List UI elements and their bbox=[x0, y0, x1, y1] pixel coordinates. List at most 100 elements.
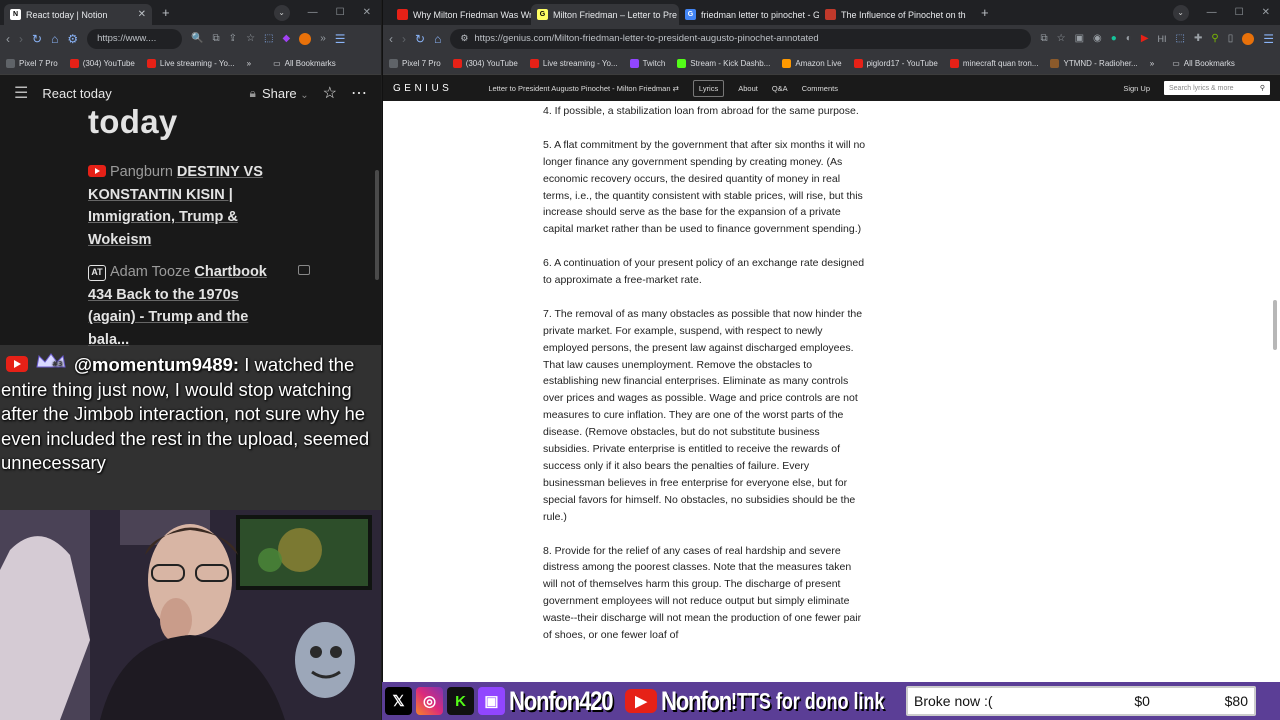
bookmark-item[interactable]: (304) YouTube bbox=[452, 58, 518, 68]
favorite-star-icon[interactable]: ☆ bbox=[323, 83, 337, 103]
reload-icon[interactable]: ↻ bbox=[32, 32, 42, 46]
lyrics-paragraph[interactable]: 6. A continuation of your present policy… bbox=[543, 255, 868, 289]
hamburger-icon[interactable]: ☰ bbox=[14, 83, 28, 103]
bookmark-item[interactable]: (304) YouTube bbox=[69, 58, 135, 68]
forward-icon[interactable]: › bbox=[402, 32, 406, 46]
tab-item[interactable]: The Influence of Pinochet on th ✕ bbox=[819, 4, 971, 25]
bookmark-star-icon[interactable]: ☆ bbox=[1057, 33, 1066, 44]
bookmark-star-icon[interactable]: ☆ bbox=[246, 33, 255, 44]
reload-icon[interactable]: ↻ bbox=[415, 32, 425, 46]
bookmark-item[interactable]: Live streaming - Yo... bbox=[529, 58, 618, 68]
tts-text: !TTS for dono link bbox=[731, 687, 885, 714]
nav-about[interactable]: About bbox=[738, 84, 758, 93]
vpn-icon[interactable]: ⚲ bbox=[1211, 33, 1218, 44]
bookmark-item[interactable]: Amazon Live bbox=[782, 58, 842, 68]
profile-icon[interactable] bbox=[1242, 32, 1255, 45]
new-tab-icon[interactable]: + bbox=[981, 5, 989, 20]
bookmark-item[interactable]: Twitch bbox=[629, 58, 665, 68]
bookmark-label: Pixel 7 Pro bbox=[402, 58, 441, 68]
new-tab-icon[interactable]: + bbox=[162, 5, 170, 20]
forward-icon[interactable]: › bbox=[19, 32, 23, 46]
more-bookmarks-icon[interactable]: » bbox=[1150, 59, 1154, 68]
extension-icon-5[interactable]: ⬚ bbox=[1176, 33, 1185, 44]
bookmark-item[interactable]: Pixel 7 Pro bbox=[6, 58, 58, 68]
tab-search-icon[interactable]: ⌄ bbox=[273, 4, 290, 21]
youtube-icon bbox=[529, 58, 539, 68]
tab-item[interactable]: Why Milton Friedman Was Wro ✕ bbox=[391, 4, 531, 25]
bookmark-item[interactable]: YTMND - Radioher... bbox=[1050, 58, 1138, 68]
zoom-icon[interactable]: 🔍 bbox=[191, 33, 203, 44]
more-icon[interactable]: ⋯ bbox=[351, 83, 367, 103]
extension-icon-2[interactable]: ◉ bbox=[1093, 33, 1102, 44]
search-input[interactable]: Search lyrics & more ⚲ bbox=[1164, 81, 1270, 95]
cast-icon[interactable]: ⧉ bbox=[1040, 33, 1047, 44]
lyrics-paragraph[interactable]: 8. Provide for the relief of any cases o… bbox=[543, 543, 868, 644]
bookmark-label: piglord17 - YouTube bbox=[866, 58, 938, 68]
scrollbar[interactable] bbox=[1273, 300, 1277, 350]
all-bookmarks[interactable]: ▭ All Bookmarks bbox=[1172, 59, 1235, 68]
close-icon[interactable]: ✕ bbox=[138, 9, 146, 20]
url-field[interactable]: ⚙ https://genius.com/Milton-friedman-let… bbox=[450, 28, 1032, 49]
genius-logo[interactable]: GENIUS bbox=[393, 83, 452, 94]
swap-icon: ⇄ bbox=[672, 83, 679, 93]
extension-icon[interactable]: ⬚ bbox=[264, 33, 273, 44]
youtube-icon bbox=[949, 58, 959, 68]
tune-icon[interactable]: ⚙ bbox=[67, 32, 78, 46]
nav-lyrics[interactable]: Lyrics bbox=[692, 79, 725, 97]
extension-icon-2[interactable]: ◆ bbox=[282, 33, 290, 44]
song-title[interactable]: Letter to President Augusto Pinochet - M… bbox=[488, 84, 679, 93]
nav-comments[interactable]: Comments bbox=[802, 84, 838, 93]
bookmark-item[interactable]: piglord17 - YouTube bbox=[853, 58, 938, 68]
share-icon[interactable]: ⇪ bbox=[229, 33, 237, 44]
maximize-icon[interactable]: ☐ bbox=[1235, 7, 1244, 18]
bookmark-item[interactable]: Live streaming - Yo... bbox=[146, 58, 235, 68]
maximize-icon[interactable]: ☐ bbox=[336, 7, 345, 18]
twitch-handle: Nonfon420 bbox=[509, 685, 614, 716]
extension-icon-4[interactable]: HI bbox=[1158, 34, 1167, 44]
tab-search-icon[interactable]: ⌄ bbox=[1172, 4, 1189, 21]
close-window-icon[interactable]: ✕ bbox=[1262, 7, 1270, 18]
bookmark-label: Amazon Live bbox=[795, 58, 842, 68]
bookmark-item[interactable]: Pixel 7 Pro bbox=[389, 58, 441, 68]
bookmark-label: Live streaming - Yo... bbox=[159, 58, 235, 68]
scrollbar[interactable] bbox=[375, 170, 379, 280]
minimize-icon[interactable]: — bbox=[308, 7, 318, 18]
back-icon[interactable]: ‹ bbox=[389, 32, 393, 46]
lyrics-paragraph[interactable]: 5. A flat commitment by the government t… bbox=[543, 137, 868, 238]
minimize-icon[interactable]: — bbox=[1207, 7, 1217, 18]
url-field[interactable]: https://www.... bbox=[87, 28, 183, 49]
twitch-icon: ▣ bbox=[478, 687, 505, 715]
cast-icon[interactable]: ⧉ bbox=[213, 33, 220, 44]
extension-icon[interactable]: ▣ bbox=[1075, 33, 1084, 44]
all-bookmarks[interactable]: ▭ All Bookmarks bbox=[273, 59, 336, 68]
home-icon[interactable]: ⌂ bbox=[51, 32, 58, 46]
puzzle-icon[interactable]: ✚ bbox=[1194, 33, 1202, 44]
close-window-icon[interactable]: ✕ bbox=[363, 7, 371, 18]
pixel-icon bbox=[389, 58, 398, 68]
extension-icon-3[interactable]: ◐ bbox=[1126, 33, 1132, 44]
home-icon[interactable]: ⌂ bbox=[434, 32, 441, 46]
bookmark-item[interactable]: minecraft quan tron... bbox=[949, 58, 1038, 68]
kick-icon bbox=[677, 58, 687, 68]
tab-notion[interactable]: N React today | Notion ✕ bbox=[4, 4, 152, 25]
comment-icon[interactable] bbox=[298, 265, 310, 275]
share-button[interactable]: Share ⌄ bbox=[262, 86, 309, 101]
lyrics-paragraph[interactable]: 7. The removal of as many obstacles as p… bbox=[543, 306, 868, 526]
profile-icon[interactable] bbox=[299, 32, 312, 45]
sidebar-icon[interactable]: ▯ bbox=[1228, 33, 1234, 44]
grammarly-icon[interactable]: ● bbox=[1111, 33, 1117, 44]
menu-icon[interactable]: ☰ bbox=[335, 32, 346, 46]
tab-item-active[interactable]: G Milton Friedman – Letter to Pre ✕ bbox=[531, 4, 679, 25]
more-icon[interactable]: » bbox=[320, 33, 326, 44]
lyrics-paragraph[interactable]: 4. If possible, a stabilization loan fro… bbox=[543, 103, 868, 120]
site-info-icon[interactable]: ⚙ bbox=[460, 33, 468, 44]
youtube-ext-icon[interactable]: ▶ bbox=[1141, 33, 1149, 44]
menu-icon[interactable]: ☰ bbox=[1263, 32, 1274, 46]
share-label: Share bbox=[261, 85, 297, 101]
back-icon[interactable]: ‹ bbox=[6, 32, 10, 46]
more-bookmarks-icon[interactable]: » bbox=[247, 59, 251, 68]
tab-item[interactable]: G friedman letter to pinochet - G ✕ bbox=[679, 4, 819, 25]
bookmark-item[interactable]: Stream - Kick Dashb... bbox=[677, 58, 770, 68]
sign-up-link[interactable]: Sign Up bbox=[1123, 84, 1150, 93]
nav-qa[interactable]: Q&A bbox=[772, 84, 788, 93]
